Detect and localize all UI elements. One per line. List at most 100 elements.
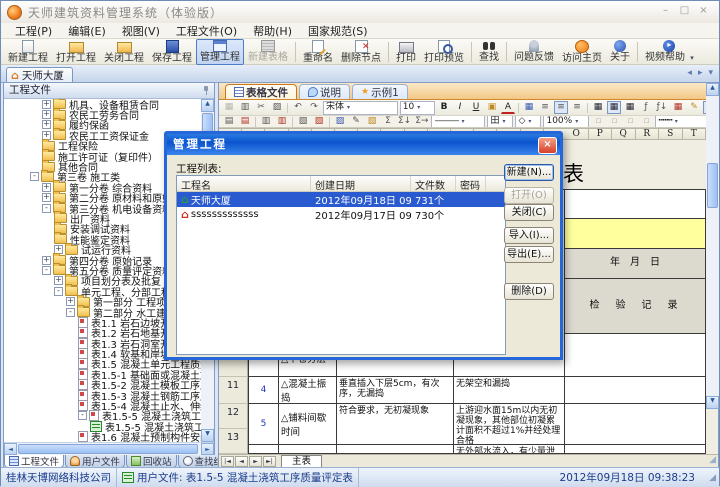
bold-icon[interactable]: B xyxy=(437,101,451,114)
merge-cells-icon[interactable]: ▦ xyxy=(522,101,536,114)
tree-expander[interactable]: - xyxy=(54,286,63,296)
sheet-last-button[interactable]: ►| xyxy=(263,455,276,467)
insert-cell-icon[interactable]: ▧ xyxy=(296,116,310,127)
redo-icon[interactable]: ↷ xyxy=(307,101,321,114)
tree-expander[interactable]: - xyxy=(42,203,51,213)
sum-col-icon[interactable]: Σ↓ xyxy=(397,116,412,127)
list-column-工程名[interactable]: 工程名 xyxy=(177,176,311,191)
format-painter-icon[interactable]: ✎ xyxy=(687,101,701,114)
font-color-icon[interactable]: A xyxy=(501,102,515,114)
open-project-button[interactable]: 打开工程 xyxy=(52,39,100,65)
tree-scroll-up-icon[interactable]: ▲ xyxy=(201,99,214,112)
menu-item-3[interactable]: 视图(V) xyxy=(114,23,168,39)
dialog-close-button[interactable]: × xyxy=(538,137,557,154)
icon-c[interactable]: ▫ xyxy=(623,116,637,127)
delete-col-icon[interactable]: ▥ xyxy=(275,116,289,127)
column-header-R[interactable]: R xyxy=(635,128,659,140)
project-list[interactable]: 工程名创建日期文件数密码⌂天师大厦2012年09月18日 09:33:51731… xyxy=(176,175,506,355)
menu-item-5[interactable]: 帮助(H) xyxy=(245,23,300,39)
tree-expander[interactable]: + xyxy=(42,99,51,109)
resize-grip-icon[interactable]: ◢ xyxy=(709,455,716,465)
dialog-button-关闭[interactable]: 关闭(C) xyxy=(504,204,554,221)
row-header-13[interactable]: 13 xyxy=(219,429,248,454)
menu-item-4[interactable]: 工程文件(O) xyxy=(168,23,245,39)
project-row-sssssssssssss[interactable]: ⌂sssssssssssss 2012年09月17日 09:00:42 730个 xyxy=(177,207,505,222)
paste-icon[interactable]: ▨ xyxy=(270,101,284,114)
tree-expander[interactable]: + xyxy=(66,297,75,307)
delete-node-button[interactable]: 删除节点 xyxy=(337,39,385,65)
sheet-tab-main[interactable]: 主表 xyxy=(281,455,323,467)
icon-a[interactable]: ▫ xyxy=(591,116,605,127)
project-row-天师大厦[interactable]: ⌂天师大厦 2012年09月18日 09:33:51 731个 xyxy=(177,192,505,207)
font-select[interactable]: 宋体 ▾ xyxy=(323,100,398,115)
calc-icon[interactable]: ▦ xyxy=(671,101,685,114)
align-left-icon[interactable]: ≡ xyxy=(538,101,552,114)
sum-icon[interactable]: Σ xyxy=(381,116,395,127)
video-help-button[interactable]: 视频帮助 ▾ xyxy=(641,39,698,65)
project-tab[interactable]: ⌂ 天师大厦 xyxy=(6,67,73,83)
menu-item-1[interactable]: 工程(P) xyxy=(7,23,60,39)
tab-menu-icon[interactable]: ▾ xyxy=(708,68,713,78)
list-column-文件数[interactable]: 文件数 xyxy=(411,176,456,191)
dialog-button-导入[interactable]: 导入(I)... xyxy=(504,227,554,244)
delete-cell-icon[interactable]: ▧ xyxy=(312,116,326,127)
tab-scroll-left-icon[interactable]: ◂ xyxy=(687,68,692,78)
fill-icon[interactable]: ▨ xyxy=(333,116,347,127)
formula-icon[interactable]: ƒ xyxy=(639,101,653,114)
about-button[interactable]: 关于 xyxy=(606,39,634,65)
column-header-P[interactable]: P xyxy=(588,128,612,140)
dialog-button-新建[interactable]: 新建(N)... xyxy=(504,164,554,181)
sum-row-icon[interactable]: Σ→ xyxy=(414,116,429,127)
feedback-button[interactable]: 问题反馈 xyxy=(510,39,558,65)
new-project-button[interactable]: 新建工程 xyxy=(4,39,52,65)
dash-style-select[interactable]: ┅┅┅ ▾ xyxy=(655,116,710,127)
tree-expander[interactable]: + xyxy=(42,110,51,120)
tree-expander[interactable]: + xyxy=(42,255,51,265)
minimize-button[interactable]: – xyxy=(658,5,673,18)
border-grid-select[interactable]: 田 ▾ xyxy=(487,116,514,127)
tree-expander[interactable]: + xyxy=(42,120,51,130)
tree-scroll-down-icon[interactable]: ▼ xyxy=(201,429,214,442)
tab-scroll-right-icon[interactable]: ▸ xyxy=(698,68,703,78)
border-thick-icon[interactable]: ▦ xyxy=(591,101,605,114)
homepage-button[interactable]: 访问主页 xyxy=(558,39,606,65)
copy-icon[interactable]: ▥ xyxy=(238,101,252,114)
border-outline-icon[interactable]: ▦ xyxy=(623,101,637,114)
dialog-button-导出[interactable]: 导出(E)... xyxy=(504,246,554,263)
list-column-密码[interactable]: 密码 xyxy=(456,176,486,191)
rename-button[interactable]: 重命名 xyxy=(299,39,337,65)
sheet-vertical-scrollbar[interactable]: ▲ ▼ xyxy=(706,83,719,409)
dialog-button-删除[interactable]: 删除(D) xyxy=(504,283,554,300)
save-project-button[interactable]: 保存工程 xyxy=(148,39,196,65)
column-header-O[interactable]: O xyxy=(565,128,589,140)
tree-scroll-left-icon[interactable]: ◄ xyxy=(4,443,17,455)
menu-item-6[interactable]: 国家规范(S) xyxy=(300,23,376,39)
brush-icon[interactable]: ✎ xyxy=(349,116,363,127)
italic-icon[interactable]: I xyxy=(453,101,467,114)
tree-expander[interactable]: - xyxy=(30,172,39,182)
maximize-button[interactable]: □ xyxy=(677,5,692,18)
column-header-S[interactable]: S xyxy=(659,128,683,140)
delete-row-icon[interactable]: ▤ xyxy=(238,116,252,127)
font-size-select[interactable]: 10 ▾ xyxy=(399,100,435,115)
cut-icon[interactable]: ✂ xyxy=(254,101,268,114)
magic-icon[interactable]: ▧ xyxy=(365,116,379,127)
tree-expander[interactable]: + xyxy=(42,182,51,192)
tree-expander[interactable]: + xyxy=(54,276,63,286)
sheet-first-button[interactable]: |◄ xyxy=(221,455,234,467)
sheet-next-button[interactable]: ► xyxy=(249,455,262,467)
find-button[interactable]: 查找 xyxy=(475,39,503,65)
eraser-select[interactable]: ◇ ▾ xyxy=(515,116,542,127)
insert-col-icon[interactable]: ▥ xyxy=(259,116,273,127)
sheet-prev-button[interactable]: ◄ xyxy=(235,455,248,467)
print-preview-button[interactable]: 打印预览 xyxy=(420,39,468,65)
row-header-12[interactable]: 12 xyxy=(219,404,248,429)
tree-hscroll-thumb[interactable] xyxy=(18,444,198,454)
tree-expander[interactable]: - xyxy=(78,411,87,421)
sheet-scroll-thumb[interactable] xyxy=(707,163,718,208)
column-header-Q[interactable]: Q xyxy=(612,128,636,140)
sheet-scroll-up-icon[interactable]: ▲ xyxy=(706,83,719,96)
doc-tab-示例1[interactable]: ★ 示例1 xyxy=(352,84,408,99)
underline-icon[interactable]: U xyxy=(469,101,483,114)
close-project-button[interactable]: 关闭工程 xyxy=(100,39,148,65)
